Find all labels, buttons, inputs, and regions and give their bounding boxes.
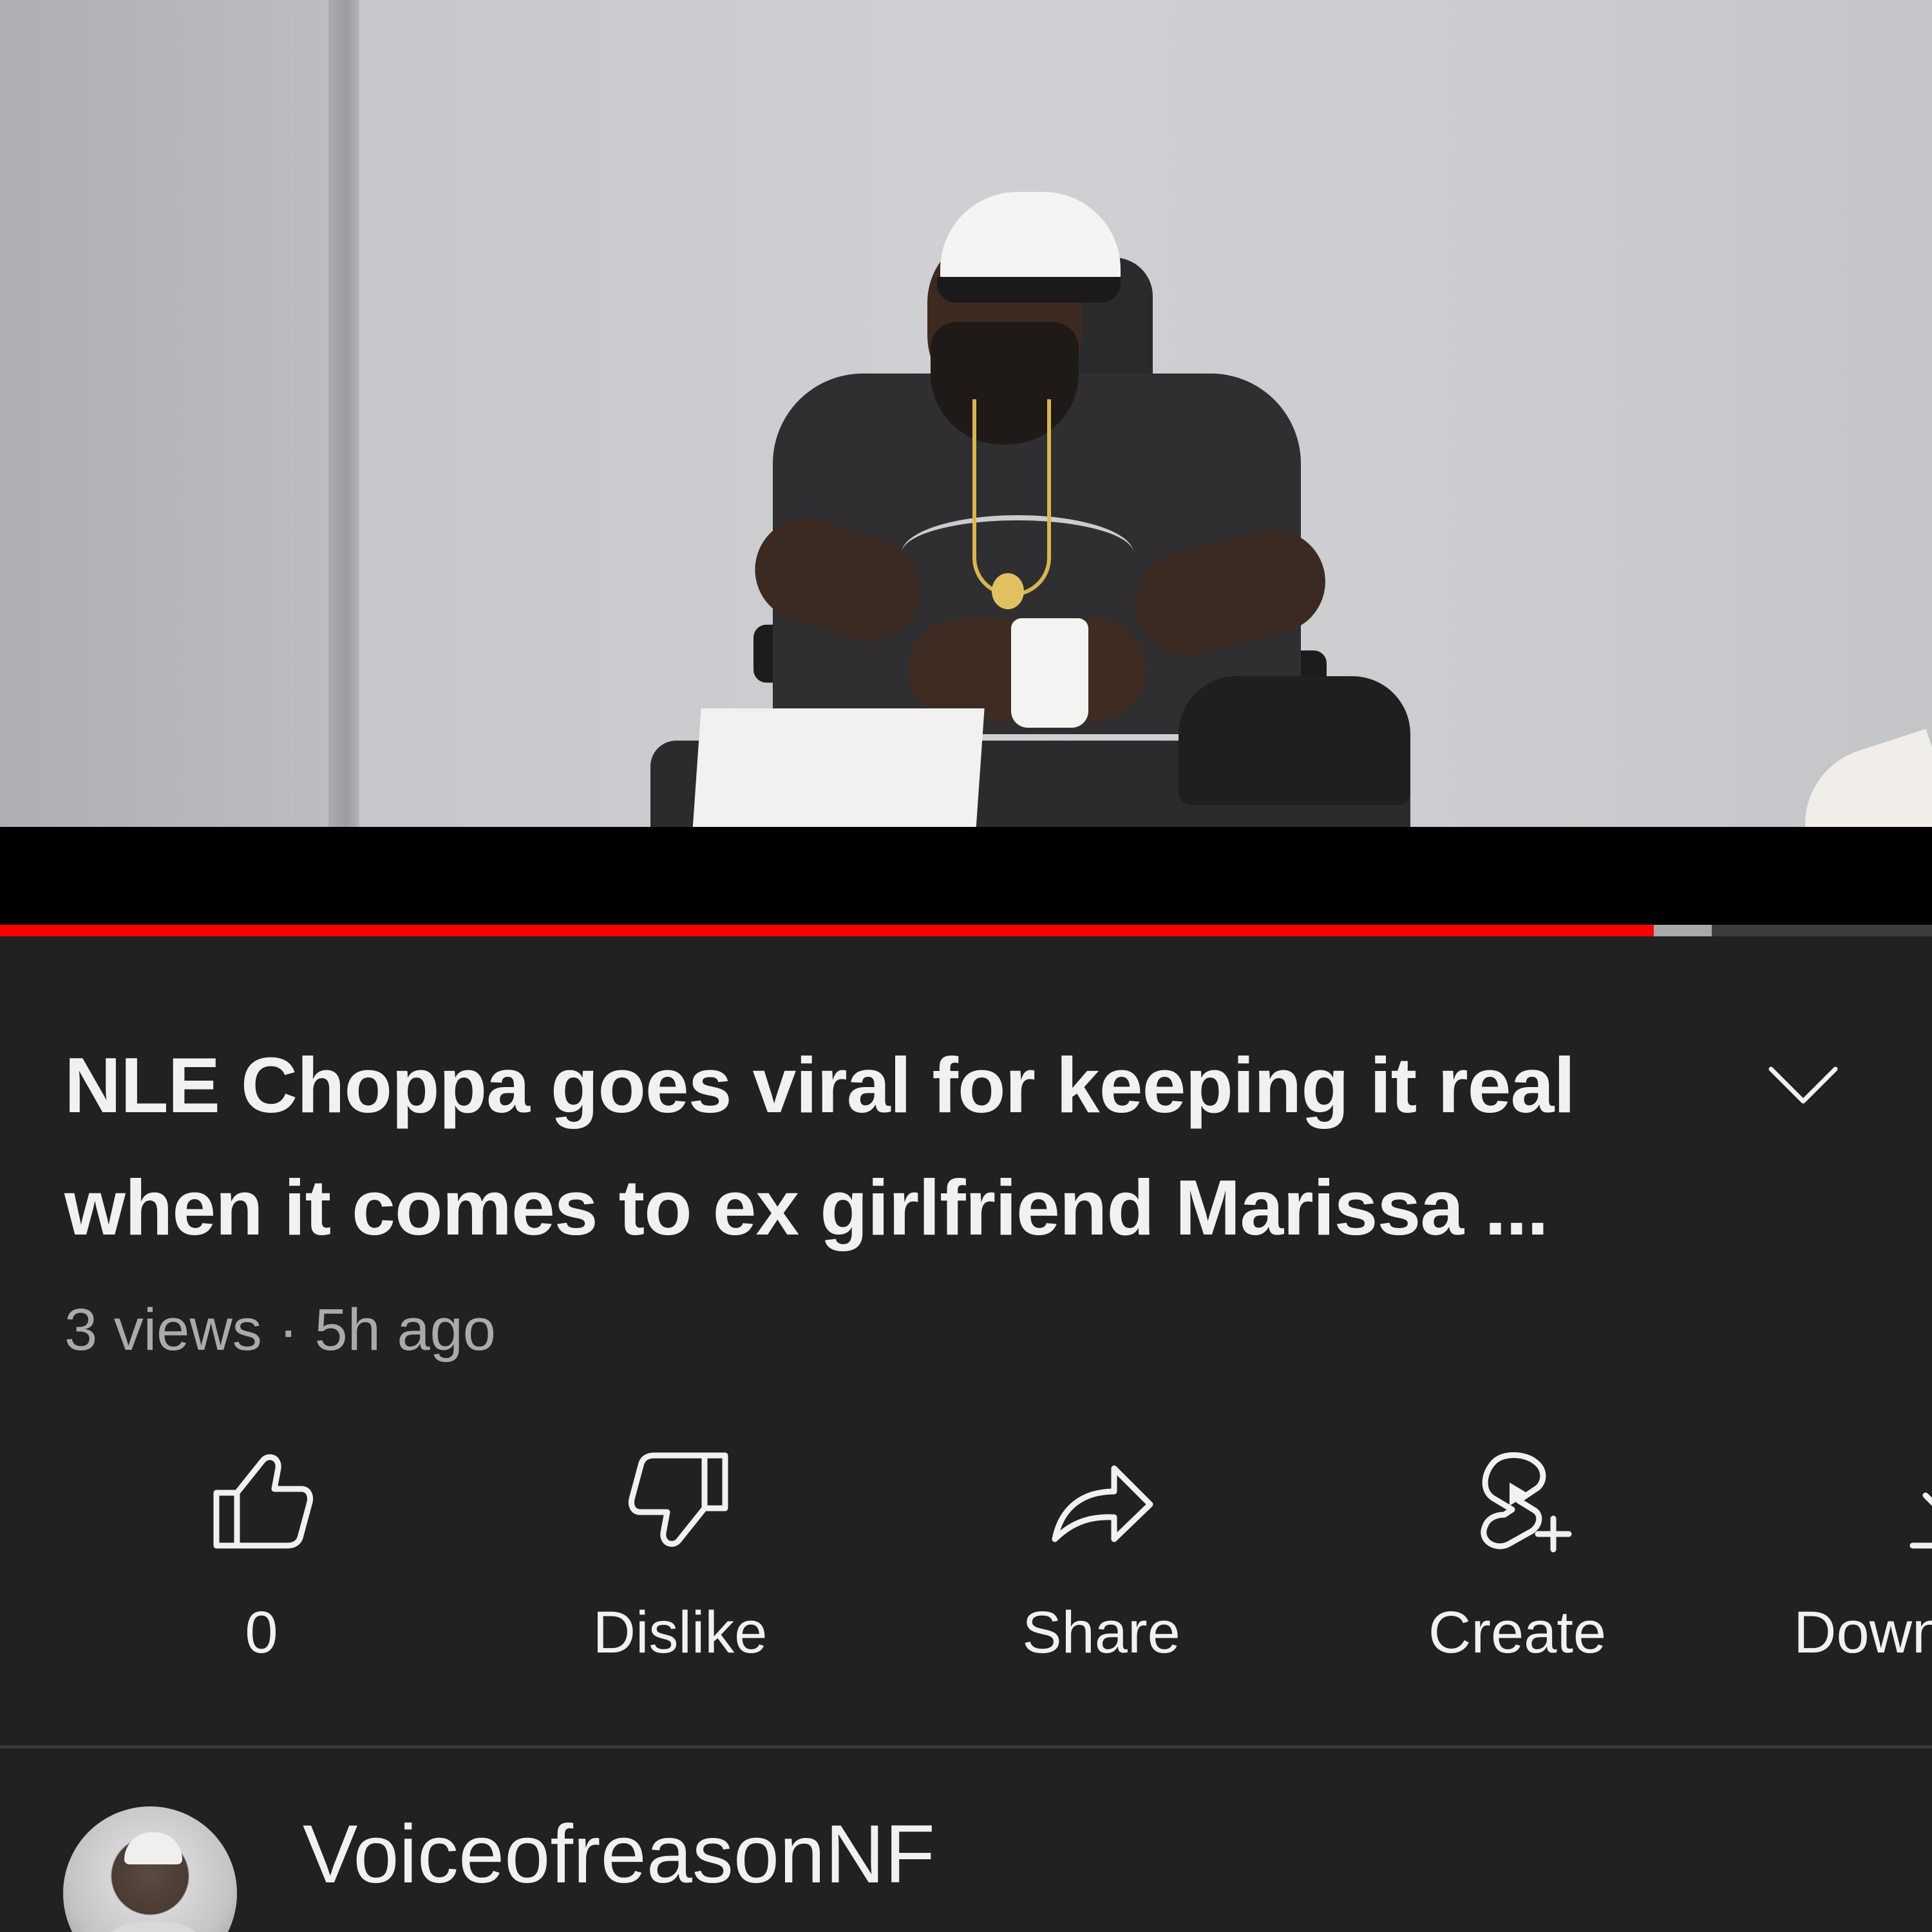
chevron-down-icon[interactable]: [1765, 1056, 1842, 1114]
share-label: Share: [1022, 1600, 1180, 1665]
dislike-button[interactable]: Dislike: [564, 1443, 796, 1700]
video-player[interactable]: [0, 0, 1932, 827]
video-progress-bar[interactable]: [0, 925, 1932, 936]
section-divider: [0, 1745, 1932, 1748]
thumbs-down-icon: [629, 1452, 728, 1547]
share-arrow-icon: [1052, 1465, 1153, 1542]
watch-page: NLE Choppa goes viral for keeping it rea…: [0, 0, 1932, 1932]
download-label: Download: [1794, 1600, 1932, 1665]
download-button[interactable]: Download: [1790, 1443, 1932, 1700]
video-frame-wall-edge: [328, 0, 359, 827]
video-frame-wall: [0, 0, 328, 827]
create-button[interactable]: Create: [1401, 1443, 1633, 1700]
video-frame-cap: [1179, 676, 1410, 805]
action-bar: 0 Dislike Share Create Down: [0, 1443, 1932, 1713]
video-meta[interactable]: 3 views · 5h ago: [64, 1294, 496, 1365]
video-letterbox: [0, 827, 1932, 925]
share-button[interactable]: Share: [985, 1443, 1217, 1700]
video-title[interactable]: NLE Choppa goes viral for keeping it rea…: [64, 1024, 1713, 1269]
upload-age: 5h ago: [314, 1297, 496, 1363]
create-label: Create: [1428, 1600, 1607, 1665]
video-frame-object: [1785, 728, 1932, 827]
download-icon: [1909, 1492, 1932, 1549]
like-count: 0: [245, 1600, 278, 1665]
dislike-label: Dislike: [592, 1600, 768, 1665]
thumbs-up-icon: [213, 1454, 313, 1549]
progress-played: [0, 925, 1654, 936]
channel-name[interactable]: VoiceofreasonNF: [303, 1810, 935, 1900]
video-frame-notepad: [692, 708, 985, 827]
like-button[interactable]: 0: [146, 1443, 377, 1700]
view-count: 3 views: [64, 1297, 262, 1363]
create-remix-icon: [1481, 1452, 1572, 1553]
meta-separator: ·: [278, 1297, 298, 1363]
channel-avatar[interactable]: [63, 1806, 237, 1932]
